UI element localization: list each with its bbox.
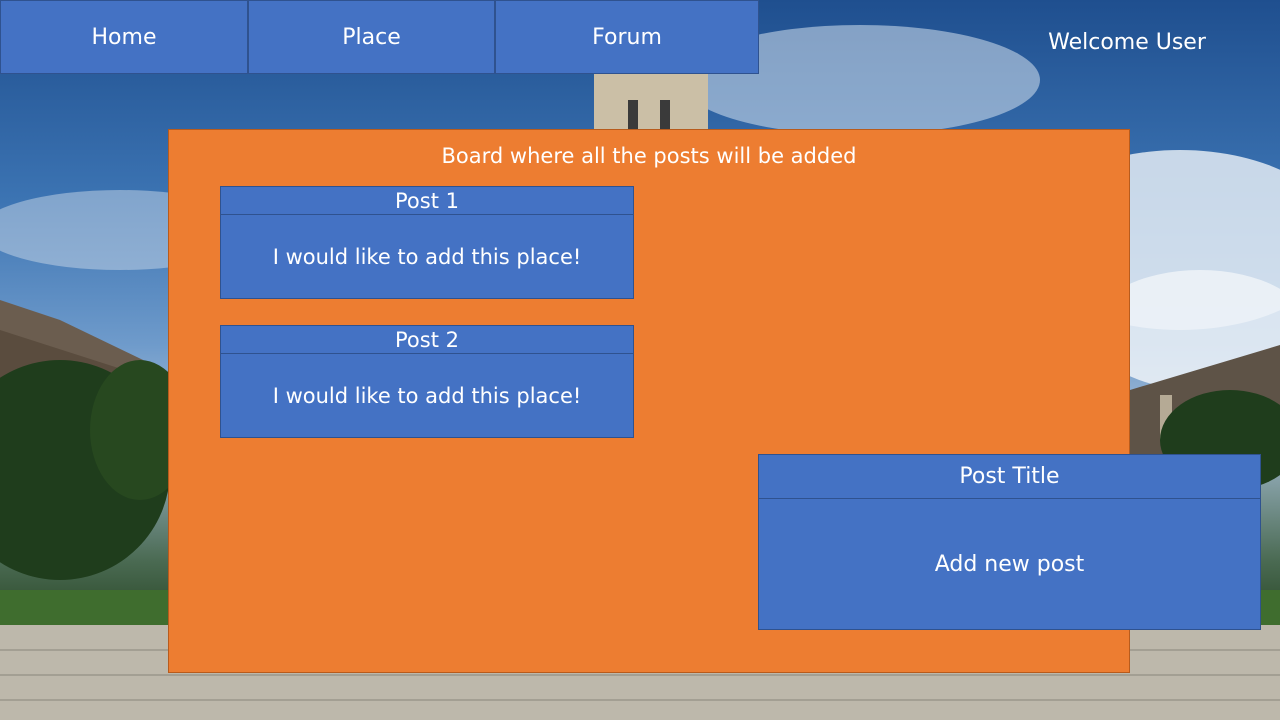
nav-forum-button[interactable]: Forum [495,0,759,74]
post-title: Post 2 [221,326,633,354]
nav-place-button[interactable]: Place [248,0,495,74]
board-title: Board where all the posts will be added [441,144,857,168]
main-nav: Home Place Forum [0,0,759,74]
nav-home-button[interactable]: Home [0,0,248,74]
post-title-field[interactable]: Post Title [759,455,1260,499]
new-post-panel: Post Title Add new post [758,454,1261,630]
post-card-2[interactable]: Post 2 I would like to add this place! [220,325,634,438]
post-title: Post 1 [221,187,633,215]
post-card-1[interactable]: Post 1 I would like to add this place! [220,186,634,299]
post-body: I would like to add this place! [272,245,582,269]
post-body: I would like to add this place! [272,384,582,408]
welcome-user-text: Welcome User [1048,30,1206,55]
new-post-body-field[interactable]: Add new post [759,499,1260,629]
